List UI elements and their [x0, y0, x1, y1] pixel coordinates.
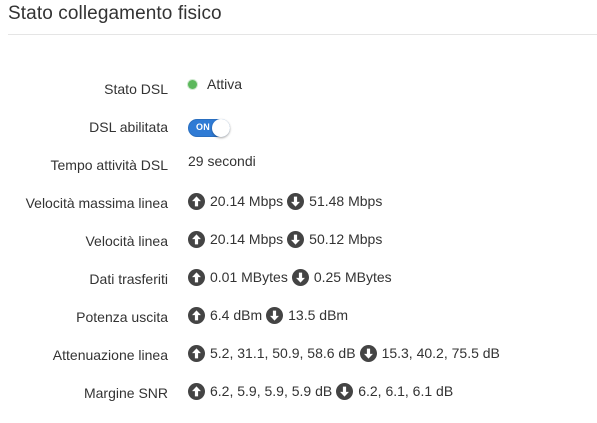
row-speed: Velocità linea 20.14 Mbps 50.12 Mbps [0, 228, 597, 252]
max-speed-value: 20.14 Mbps 51.48 Mbps [188, 189, 382, 213]
arrow-up-circle-icon [188, 306, 205, 324]
arrow-down-circle-icon [291, 268, 309, 286]
arrow-up-circle-icon [188, 192, 205, 210]
row-max-speed: Velocità massima linea 20.14 Mbps 51.48 … [0, 190, 597, 214]
max-speed-down: 51.48 Mbps [309, 193, 383, 209]
line-attenuation-value: 5.2, 31.1, 50.9, 58.6 dB 15.3, 40.2, 75.… [188, 341, 500, 365]
snr-margin-label: Margine SNR [83, 385, 168, 401]
toggle-knob [212, 119, 230, 137]
arrow-down-circle-icon [266, 306, 284, 324]
data-transferred-label: Dati trasferiti [89, 271, 168, 287]
panel-title: Stato collegamento fisico [8, 3, 222, 24]
snr-down: 6.2, 6.1, 6.1 dB [358, 383, 454, 399]
dsl-status-value: Attiva [188, 76, 242, 100]
uptime-value: 29 secondi [188, 149, 256, 173]
row-uptime: Tempo attività DSL 29 secondi [0, 152, 597, 176]
row-dsl-enabled: DSL abilitata ON [0, 114, 597, 138]
snr-margin-value: 6.2, 5.9, 5.9, 5.9 dB 6.2, 6.1, 6.1 dB [188, 379, 453, 403]
data-down: 0.25 MBytes [313, 269, 392, 285]
row-line-attenuation: Attenuazione linea 5.2, 31.1, 50.9, 58.6… [0, 342, 597, 366]
speed-down: 50.12 Mbps [309, 231, 383, 247]
arrow-down-circle-icon [287, 192, 305, 210]
line-attenuation-label: Attenuazione linea [52, 347, 168, 363]
physical-link-status-panel: Stato collegamento fisico Stato DSL Atti… [0, 0, 597, 423]
arrow-down-circle-icon [287, 230, 305, 248]
row-dsl-status: Stato DSL Attiva [0, 76, 597, 100]
toggle-on-label: ON [196, 122, 210, 132]
title-divider [8, 34, 597, 35]
uptime-text: 29 secondi [188, 153, 256, 169]
data-transferred-value: 0.01 MBytes 0.25 MBytes [188, 265, 392, 289]
attenuation-up: 5.2, 31.1, 50.9, 58.6 dB [210, 345, 356, 361]
power-down: 13.5 dBm [288, 307, 349, 323]
snr-up: 6.2, 5.9, 5.9, 5.9 dB [210, 383, 333, 399]
arrow-down-circle-icon [359, 344, 377, 362]
dsl-enabled-label: DSL abilitata [89, 119, 168, 135]
attenuation-down: 15.3, 40.2, 75.5 dB [381, 345, 500, 361]
row-snr-margin: Margine SNR 6.2, 5.9, 5.9, 5.9 dB 6.2, 6… [0, 380, 597, 404]
status-dot-icon [188, 79, 197, 89]
max-speed-label: Velocità massima linea [25, 195, 168, 211]
speed-label: Velocità linea [85, 233, 168, 249]
dsl-status-text: Attiva [207, 76, 243, 92]
dsl-enabled-toggle[interactable]: ON [188, 119, 230, 137]
arrow-down-circle-icon [336, 382, 354, 400]
arrow-up-circle-icon [188, 382, 205, 400]
power-up: 6.4 dBm [210, 307, 263, 323]
arrow-up-circle-icon [188, 268, 205, 286]
dsl-status-label: Stato DSL [104, 81, 168, 97]
dsl-enabled-value: ON [188, 114, 230, 138]
speed-value: 20.14 Mbps 50.12 Mbps [188, 227, 382, 251]
arrow-up-circle-icon [188, 230, 205, 248]
uptime-label: Tempo attività DSL [50, 157, 169, 173]
row-data-transferred: Dati trasferiti 0.01 MBytes 0.25 MBytes [0, 266, 597, 290]
arrow-up-circle-icon [188, 344, 205, 362]
row-output-power: Potenza uscita 6.4 dBm 13.5 dBm [0, 304, 597, 328]
max-speed-up: 20.14 Mbps [210, 193, 284, 209]
data-up: 0.01 MBytes [210, 269, 288, 285]
speed-up: 20.14 Mbps [210, 231, 284, 247]
output-power-label: Potenza uscita [76, 309, 168, 325]
output-power-value: 6.4 dBm 13.5 dBm [188, 303, 348, 327]
